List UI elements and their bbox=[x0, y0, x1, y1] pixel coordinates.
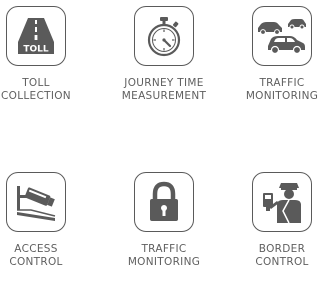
label-line-2: CONTROL bbox=[255, 255, 309, 268]
icon-frame: TOLL bbox=[6, 6, 66, 66]
label-line-2: MEASUREMENT bbox=[121, 89, 207, 102]
border-officer-icon bbox=[263, 183, 301, 224]
cars-icon bbox=[258, 19, 306, 55]
tile-traffic-monitoring[interactable]: TRAFFIC MONITORING bbox=[228, 6, 328, 102]
icon-frame bbox=[134, 6, 194, 66]
tile-journey-time[interactable]: JOURNEY TIME MEASUREMENT bbox=[110, 6, 218, 102]
tile-label: JOURNEY TIME MEASUREMENT bbox=[110, 77, 218, 102]
label-line-1: TRAFFIC bbox=[259, 77, 305, 89]
icon-frame bbox=[134, 172, 194, 232]
padlock-icon bbox=[150, 181, 178, 221]
label-line-2: MONITORING bbox=[127, 255, 201, 268]
svg-text:TOLL: TOLL bbox=[23, 45, 49, 55]
tile-label: TOLL COLLECTION bbox=[0, 77, 90, 102]
label-line-1: TRAFFIC bbox=[141, 243, 187, 255]
label-line-1: ACCESS bbox=[14, 243, 58, 255]
label-line-1: BORDER bbox=[258, 243, 306, 255]
tile-border-control[interactable]: BORDER CONTROL bbox=[228, 172, 328, 268]
tile-label: ACCESS CONTROL bbox=[0, 243, 90, 268]
icon-frame bbox=[252, 172, 312, 232]
tile-label: TRAFFIC MONITORING bbox=[110, 243, 218, 268]
toll-road-icon: TOLL bbox=[18, 18, 54, 55]
tile-traffic-monitoring-lock[interactable]: TRAFFIC MONITORING bbox=[110, 172, 218, 268]
icon-frame bbox=[252, 6, 312, 66]
label-line-2: CONTROL bbox=[9, 255, 63, 268]
label-line-1: TOLL bbox=[22, 77, 50, 89]
label-line-2: COLLECTION bbox=[1, 89, 71, 102]
tile-label: BORDER CONTROL bbox=[228, 243, 328, 268]
icon-frame bbox=[6, 172, 66, 232]
tile-toll-collection[interactable]: TOLL TOLL COLLECTION bbox=[0, 6, 90, 102]
label-line-1: JOURNEY TIME bbox=[124, 77, 204, 89]
label-line-2: MONITORING bbox=[245, 89, 319, 102]
tile-access-control[interactable]: ACCESS CONTROL bbox=[0, 172, 90, 268]
tile-label: TRAFFIC MONITORING bbox=[228, 77, 328, 102]
security-camera-icon bbox=[17, 186, 56, 221]
stopwatch-icon bbox=[147, 17, 181, 57]
